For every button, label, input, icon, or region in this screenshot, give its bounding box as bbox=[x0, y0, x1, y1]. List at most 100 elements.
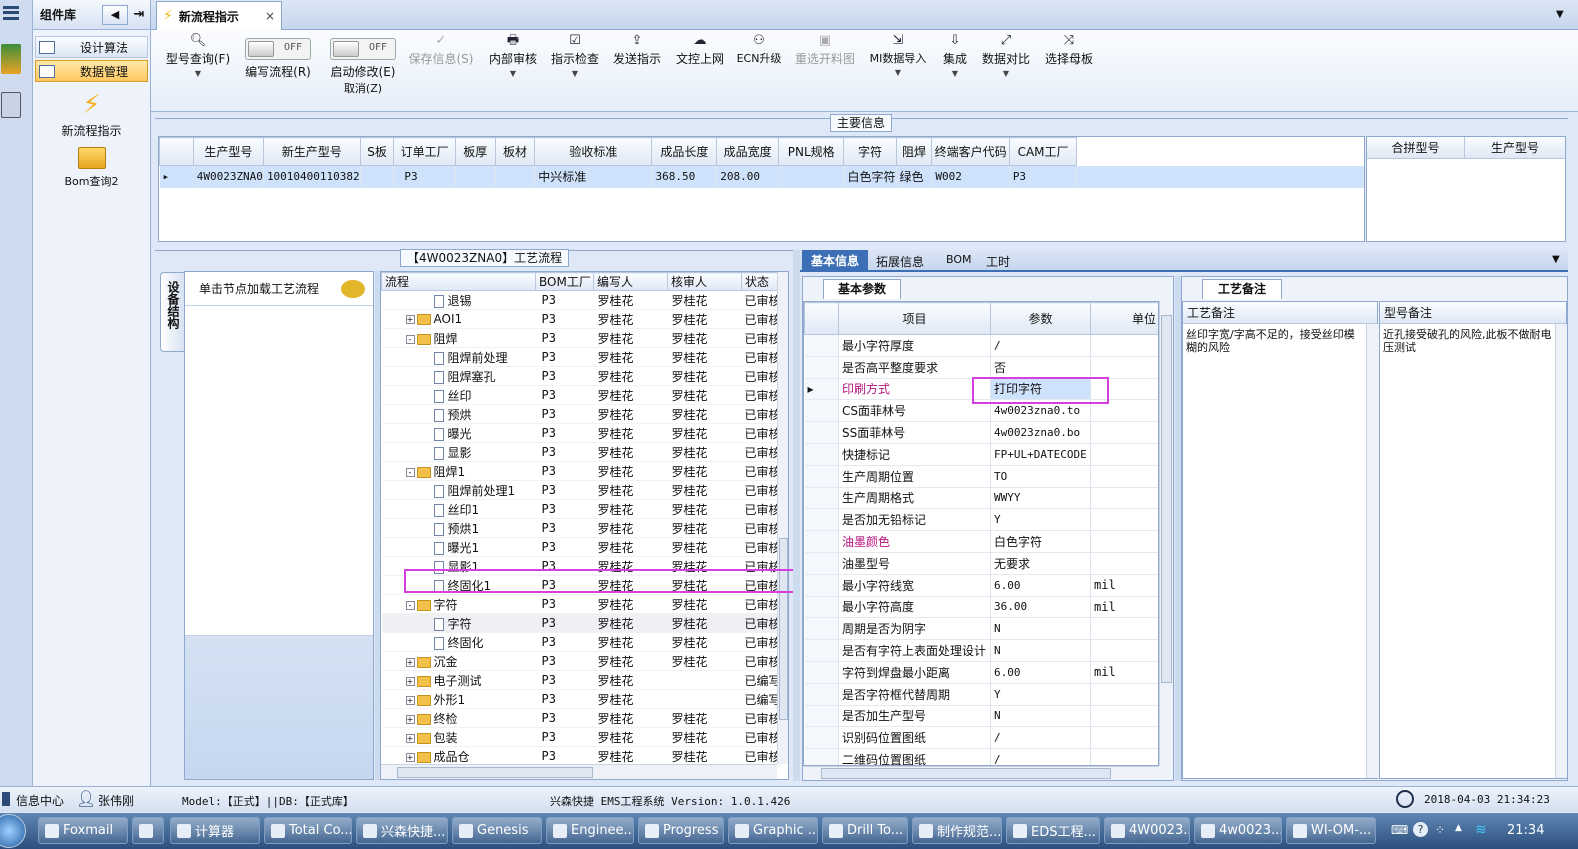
column-header[interactable]: 终端客户代码 bbox=[931, 137, 1010, 166]
start-button[interactable] bbox=[0, 814, 26, 848]
pin-icon[interactable]: ⇥ bbox=[128, 7, 150, 22]
tab-basic-info[interactable]: 基本信息 bbox=[802, 250, 868, 272]
param-row[interactable]: 是否高平整度要求否 bbox=[804, 356, 1158, 379]
flow-row[interactable]: 预烘 P3 罗桂花 罗桂花 已审核 bbox=[381, 404, 780, 424]
column-header[interactable]: S板 bbox=[359, 137, 395, 166]
flow-row[interactable]: 阻焊前处理 P3 罗桂花 罗桂花 已审核 bbox=[381, 347, 780, 367]
table-cell[interactable] bbox=[360, 165, 395, 188]
flow-row[interactable]: + AOI1 P3 罗桂花 罗桂花 已审核 bbox=[381, 309, 780, 329]
nav-design-algorithm[interactable]: 设计算法 bbox=[35, 36, 148, 58]
param-row[interactable]: 最小字符线宽 6.00 mil bbox=[804, 574, 1158, 597]
expand-icon[interactable]: + bbox=[405, 695, 415, 705]
table-cell[interactable]: 中兴标准 bbox=[534, 165, 653, 188]
param-value[interactable]: 白色字符 bbox=[990, 530, 1091, 553]
collapse-left-button[interactable]: ◀ bbox=[102, 4, 128, 25]
param-row[interactable]: 油墨型号 无要求 bbox=[804, 552, 1158, 575]
vertical-scrollbar[interactable] bbox=[1159, 301, 1173, 766]
scroll-thumb[interactable] bbox=[821, 768, 1111, 779]
param-value[interactable]: 无要求 bbox=[990, 552, 1091, 575]
column-header[interactable]: 编写人 bbox=[593, 272, 668, 291]
flow-row[interactable]: + 终检 P3 罗桂花 罗桂花 已审核 bbox=[381, 708, 780, 728]
collapse-icon[interactable]: - bbox=[405, 600, 415, 610]
reselect-material-button[interactable]: ▣ 重选开料图 bbox=[789, 32, 861, 67]
flow-row[interactable]: 退锡 P3 罗桂花 罗桂花 已审核 bbox=[381, 290, 780, 310]
param-value[interactable]: 6.00 bbox=[990, 574, 1091, 597]
column-header[interactable]: PNL规格 bbox=[777, 137, 845, 166]
param-row[interactable]: 是否加无铅标记 Y bbox=[804, 508, 1158, 532]
help-icon[interactable]: ? bbox=[1413, 822, 1428, 837]
param-row[interactable]: SS面菲林号 4w0023zna0.bo bbox=[804, 421, 1158, 444]
flow-row[interactable]: + 包装 P3 罗桂花 罗桂花 已审核 bbox=[381, 727, 780, 747]
column-header[interactable]: 验收标准 bbox=[534, 137, 653, 166]
toggle-switch[interactable]: OFF bbox=[245, 38, 311, 60]
taskbar-item[interactable]: EDS工程... bbox=[1006, 817, 1100, 844]
ecn-upgrade-button[interactable]: ⚇ ECN升级 bbox=[733, 32, 785, 66]
param-value[interactable]: Y bbox=[990, 508, 1091, 532]
flow-row[interactable]: + 电子测试 P3 罗桂花 已编写 bbox=[381, 670, 780, 690]
table-cell[interactable]: W002 bbox=[931, 165, 1010, 188]
taskbar-item[interactable] bbox=[132, 817, 164, 844]
table-cell[interactable] bbox=[778, 165, 845, 188]
chevron-down-icon[interactable]: ▼ bbox=[1552, 254, 1560, 265]
network-icon[interactable]: ≋ bbox=[1475, 822, 1487, 838]
param-value[interactable]: / bbox=[990, 748, 1091, 765]
expand-icon[interactable]: + bbox=[405, 714, 415, 724]
tab-work-hours[interactable]: 工时 bbox=[986, 253, 1010, 270]
param-row[interactable]: 生产周期格式 WWYY bbox=[804, 487, 1158, 510]
param-row[interactable]: 是否加生产型号 N bbox=[804, 705, 1158, 728]
expand-icon[interactable]: + bbox=[405, 657, 415, 667]
instruction-check-button[interactable]: ☑ 指示检查 ▼ bbox=[547, 32, 603, 78]
taskbar-item[interactable]: 4w0023... bbox=[1194, 817, 1282, 844]
column-header[interactable]: 流程 bbox=[381, 272, 536, 291]
param-value[interactable]: 4w0023zna0.bo bbox=[990, 421, 1091, 444]
table-cell[interactable]: 4W0023ZNA0 bbox=[193, 165, 264, 188]
taskbar-clock[interactable]: 21:34 bbox=[1507, 823, 1544, 838]
horizontal-scrollbar[interactable] bbox=[381, 764, 777, 779]
param-value[interactable]: / bbox=[990, 726, 1091, 750]
model-notes-text[interactable]: 近孔接受破孔的风险,此板不做耐电压测试 bbox=[1380, 324, 1566, 354]
calculator-app-icon[interactable] bbox=[1, 92, 21, 118]
expand-icon[interactable]: + bbox=[405, 315, 415, 324]
column-header[interactable]: CAM工厂 bbox=[1008, 137, 1078, 166]
tab-extended-info[interactable]: 拓展信息 bbox=[876, 253, 924, 270]
table-cell[interactable]: 白色字符 bbox=[843, 165, 897, 188]
flow-row[interactable]: + 沉金 P3 罗桂花 罗桂花 已审核 bbox=[381, 651, 780, 671]
param-row[interactable]: 是否有字符上表面处理设计 N bbox=[804, 639, 1158, 662]
table-cell[interactable] bbox=[495, 165, 536, 188]
internal-review-button[interactable]: 🖶 内部审核 ▼ bbox=[481, 32, 545, 78]
flow-row[interactable]: 预烘1 P3 罗桂花 罗桂花 已审核 bbox=[381, 518, 780, 538]
param-row[interactable]: 快捷标记 FP+UL+DATECODE bbox=[804, 443, 1158, 466]
taskbar-item[interactable]: Progress bbox=[638, 817, 724, 844]
scroll-thumb[interactable] bbox=[779, 538, 788, 720]
table-cell[interactable]: 10010400110382 bbox=[263, 165, 361, 188]
keyboard-icon[interactable]: ⌨ bbox=[1391, 823, 1408, 837]
vertical-scrollbar[interactable] bbox=[1366, 324, 1378, 778]
taskbar-item[interactable]: 兴森快捷... bbox=[356, 817, 448, 844]
flow-row[interactable]: 丝印 P3 罗桂花 罗桂花 已审核 bbox=[381, 385, 780, 405]
column-header[interactable]: 阻焊 bbox=[895, 137, 933, 166]
taskbar-item[interactable]: 计算器 bbox=[170, 817, 260, 844]
param-row[interactable]: 字符到焊盘最小距离 6.00 mil bbox=[804, 661, 1158, 684]
mi-import-button[interactable]: ⇲ MI数据导入 ▼ bbox=[865, 32, 931, 77]
param-value[interactable]: 否 bbox=[990, 356, 1091, 379]
expand-icon[interactable]: + bbox=[405, 733, 415, 743]
flow-row[interactable]: + 外形1 P3 罗桂花 已编写 bbox=[381, 689, 780, 709]
taskbar-item[interactable]: 4W0023... bbox=[1104, 817, 1190, 844]
param-row[interactable]: 最小字符高度 36.00 mil bbox=[804, 596, 1158, 619]
basic-params-tab[interactable]: 基本参数 bbox=[823, 279, 901, 299]
param-row[interactable]: 识别码位置图纸 / bbox=[804, 726, 1158, 750]
send-instruction-button[interactable]: ⇪ 发送指示 bbox=[609, 32, 665, 67]
param-value[interactable]: FP+UL+DATECODE bbox=[990, 443, 1091, 466]
edit-flow-toggle[interactable]: OFF 编写流程(R) bbox=[237, 32, 319, 80]
column-header[interactable]: 项目 bbox=[838, 302, 991, 335]
tab-new-flow-instruction[interactable]: ⚡ 新流程指示 × bbox=[156, 1, 282, 30]
vertical-scrollbar[interactable] bbox=[1555, 324, 1567, 778]
param-value[interactable]: 36.00 bbox=[990, 596, 1091, 619]
param-row[interactable]: 是否字符框代替周期 Y bbox=[804, 683, 1158, 706]
tab-bom[interactable]: BOM bbox=[946, 253, 972, 266]
column-header[interactable]: 板材 bbox=[494, 137, 536, 166]
column-header[interactable]: 生产型号 bbox=[1465, 137, 1565, 158]
data-compare-button[interactable]: ⤢ 数据对比 ▼ bbox=[977, 32, 1035, 78]
taskbar-item[interactable]: WI-OM-... bbox=[1286, 817, 1376, 844]
table-cell[interactable]: 208.00 bbox=[716, 165, 779, 188]
